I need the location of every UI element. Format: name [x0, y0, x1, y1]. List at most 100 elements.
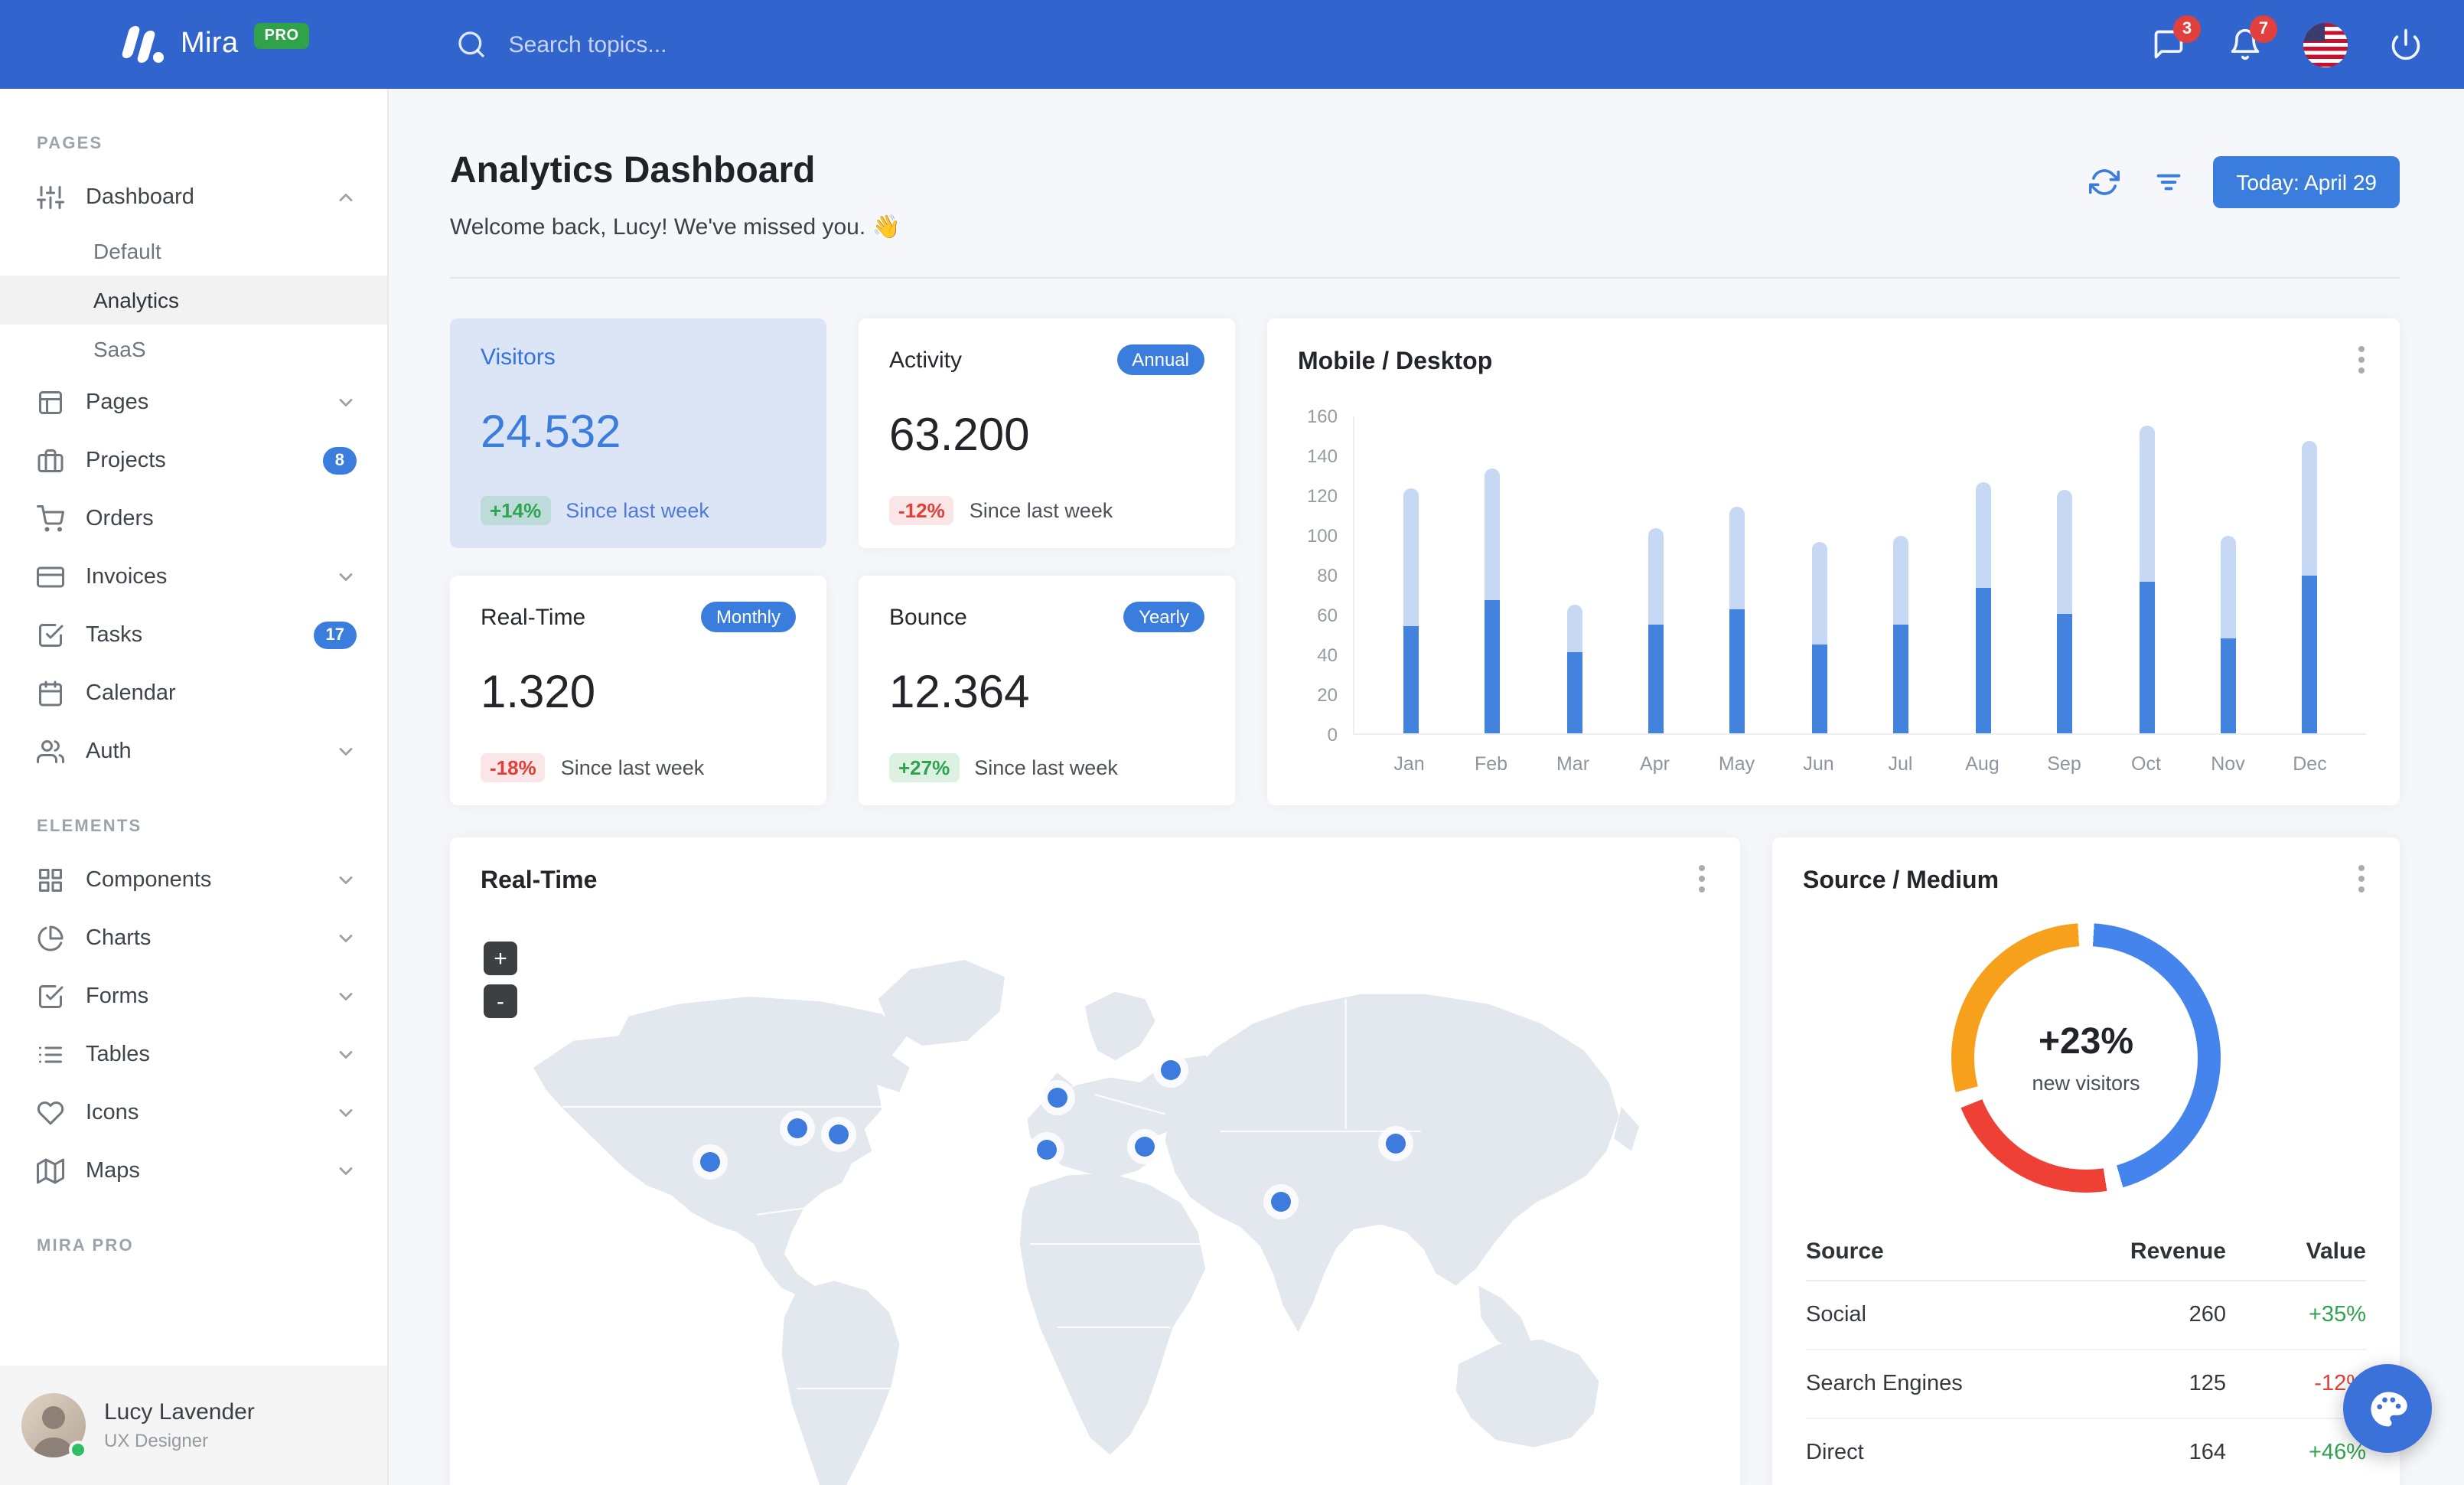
bar-slot	[1778, 416, 1860, 733]
map-marker[interactable]	[1037, 1140, 1058, 1160]
sidebar-item-tables[interactable]: Tables	[0, 1026, 387, 1084]
check-square-icon	[37, 983, 64, 1010]
bar-chart-months: Jan Feb Mar Apr May Jun Jul Aug Sep Oct Nov Dec	[1353, 735, 2366, 775]
date-range-button[interactable]: Today: April 29	[2213, 156, 2400, 208]
map-marker[interactable]	[1047, 1087, 1067, 1108]
card-menu-button[interactable]	[2345, 862, 2378, 896]
map-icon	[37, 1157, 64, 1185]
sidebar-item-label: Icons	[86, 1101, 139, 1125]
sidebar-item-label: Pages	[86, 390, 149, 415]
y-axis-tick-label: 40	[1317, 645, 1338, 666]
delta-chip: -12%	[889, 496, 954, 525]
card-menu-button[interactable]	[2345, 343, 2378, 377]
app-root: Mira PRO 3 7 PAGES	[0, 0, 2464, 1485]
stacked-bar	[1566, 604, 1582, 733]
map-marker[interactable]	[787, 1118, 807, 1139]
sidebar-subitem-default[interactable]: Default	[0, 227, 387, 276]
bar-slot	[1370, 416, 1452, 733]
chart-card-title: Mobile / Desktop	[1298, 349, 1493, 375]
chevron-down-icon	[335, 392, 357, 413]
sidebar-item-label: Calendar	[86, 681, 176, 706]
filter-button[interactable]	[2149, 162, 2189, 202]
period-badge: Annual	[1116, 344, 1204, 375]
messages-button[interactable]: 3	[2150, 15, 2201, 63]
stacked-bar	[1403, 488, 1419, 733]
y-axis-tick-label: 120	[1306, 485, 1338, 507]
sidebar-item-invoices[interactable]: Invoices	[0, 548, 387, 606]
language-flag-button[interactable]	[2303, 22, 2348, 67]
sidebar-item-pages[interactable]: Pages	[0, 374, 387, 432]
sidebar-item-calendar[interactable]: Calendar	[0, 664, 387, 723]
bar-segment-mobile	[2057, 614, 2073, 733]
map-marker[interactable]	[1270, 1192, 1291, 1212]
bar-segment-mobile	[2302, 576, 2318, 733]
sidebar-item-tasks[interactable]: Tasks 17	[0, 606, 387, 664]
map-marker[interactable]	[1386, 1134, 1406, 1154]
sidebar-item-label: Auth	[86, 739, 132, 764]
bar-segment-desktop	[1403, 488, 1419, 626]
sidebar-item-dashboard[interactable]: Dashboard	[0, 168, 387, 227]
table-row: Direct 164 +46%	[1806, 1418, 2366, 1485]
zoom-in-button[interactable]: +	[484, 942, 517, 975]
brand-name: Mira	[181, 28, 239, 60]
map-marker[interactable]	[1135, 1136, 1155, 1157]
chevron-down-icon	[335, 928, 357, 949]
sidebar-user-footer[interactable]: Lucy Lavender UX Designer	[0, 1366, 387, 1485]
stat-caption: Since last week	[565, 499, 709, 522]
stacked-bar	[2302, 440, 2318, 733]
bar-segment-desktop	[1648, 528, 1664, 624]
card-menu-button[interactable]	[1685, 862, 1719, 896]
chevron-down-icon	[335, 986, 357, 1007]
stacked-bar	[1648, 528, 1664, 733]
avatar	[21, 1393, 87, 1459]
bar-segment-desktop	[2220, 536, 2236, 638]
sidebar-item-charts[interactable]: Charts	[0, 909, 387, 968]
brand-link[interactable]: Mira PRO	[119, 22, 310, 64]
stat-value: 1.320	[481, 667, 596, 717]
bar-segment-desktop	[1893, 536, 1909, 624]
kebab-icon	[1699, 865, 1705, 893]
value-cell: +35%	[2225, 1281, 2366, 1350]
sign-out-button[interactable]	[2387, 26, 2424, 63]
chevron-down-icon	[335, 1102, 357, 1124]
period-badge: Monthly	[700, 602, 796, 632]
navbar-search	[457, 29, 2150, 60]
sidebar-item-projects[interactable]: Projects 8	[0, 432, 387, 490]
world-map: + -	[468, 923, 1722, 1485]
x-axis-label: Oct	[2131, 753, 2161, 775]
notifications-button[interactable]: 7	[2227, 15, 2277, 63]
chevron-down-icon	[335, 741, 357, 762]
power-icon	[2391, 28, 2420, 60]
stacked-bar	[1485, 468, 1501, 733]
sidebar-subitem-saas[interactable]: SaaS	[0, 325, 387, 374]
sidebar-item-components[interactable]: Components	[0, 851, 387, 909]
filter-icon	[2156, 174, 2181, 191]
stacked-bar	[2139, 425, 2154, 733]
bar-chart-yaxis: 0 20 40 60 80 100 120 140 160	[1301, 406, 1353, 746]
stat-value: 63.200	[889, 410, 1030, 460]
x-axis-label: Aug	[1965, 753, 2000, 775]
sidebar-item-auth[interactable]: Auth	[0, 723, 387, 781]
navbar-actions: 3 7	[2150, 15, 2424, 67]
theme-customizer-button[interactable]	[2343, 1364, 2432, 1453]
realtime-map-card: Real-Time + -	[450, 837, 1740, 1485]
search-input[interactable]	[505, 30, 996, 59]
map-marker[interactable]	[829, 1124, 849, 1145]
sidebar-item-maps[interactable]: Maps	[0, 1142, 387, 1200]
sidebar-item-orders[interactable]: Orders	[0, 490, 387, 548]
sidebar-item-icons[interactable]: Icons	[0, 1084, 387, 1142]
map-marker[interactable]	[700, 1152, 721, 1172]
y-axis-tick-label: 60	[1317, 605, 1338, 626]
source-cell: Social	[1806, 1281, 2058, 1350]
sidebar-item-forms[interactable]: Forms	[0, 968, 387, 1026]
donut-chart: +23% new visitors	[1951, 923, 2221, 1193]
bar-slot	[1942, 416, 2024, 733]
stacked-bar	[1811, 542, 1827, 733]
sidebar-subitem-analytics[interactable]: Analytics	[0, 276, 387, 325]
kebab-icon	[2358, 865, 2365, 893]
kebab-icon	[2358, 346, 2365, 374]
zoom-out-button[interactable]: -	[484, 984, 517, 1018]
map-marker[interactable]	[1160, 1060, 1181, 1080]
refresh-button[interactable]	[2084, 162, 2124, 202]
source-card-title: Source / Medium	[1803, 868, 2000, 894]
